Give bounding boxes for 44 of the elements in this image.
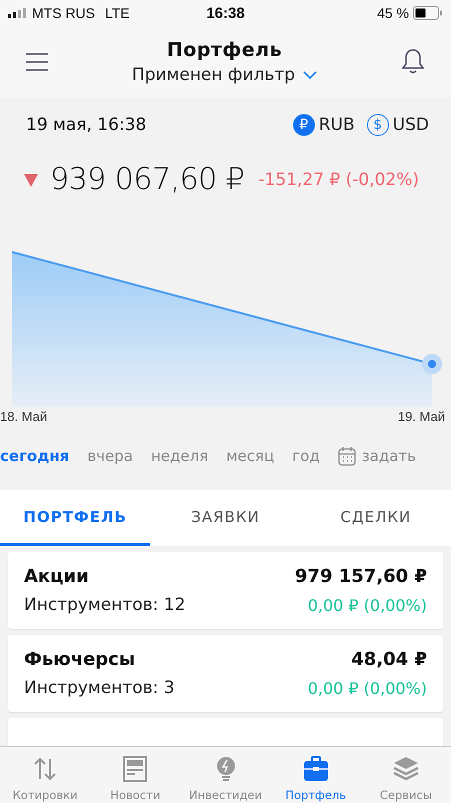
clock: 16:38 <box>206 4 245 22</box>
carrier-name: MTS RUS <box>32 5 95 21</box>
period-option[interactable]: месяц <box>226 447 274 465</box>
currency-toggle[interactable]: $ USD <box>366 114 429 136</box>
down-triangle-icon <box>24 172 38 186</box>
period-option[interactable]: вчера <box>87 447 133 465</box>
nav-item[interactable]: Сервисы <box>360 747 451 803</box>
asset-change: 0,00 ₽ (0,00%) <box>308 596 427 614</box>
period-option[interactable]: год <box>292 447 320 465</box>
period-option[interactable]: неделя <box>150 447 208 465</box>
asset-value: 48,04 ₽ <box>351 649 427 670</box>
chevron-down-icon <box>303 71 318 79</box>
filter-dropdown[interactable]: Применен фильтр <box>132 65 318 85</box>
bell-icon[interactable] <box>400 49 425 75</box>
newspaper-icon <box>121 755 150 783</box>
position-card[interactable]: Фьючерсы 48,04 ₽ Инструментов: 3 0,00 ₽ (0,00%) <box>8 635 443 712</box>
period-option[interactable]: задать <box>338 446 416 466</box>
battery-percent: 45 % <box>377 5 409 21</box>
calendar-icon <box>338 446 356 466</box>
currency-toggle[interactable]: ₽ RUB <box>292 114 355 136</box>
position-card[interactable]: Акции 979 157,60 ₽ Инструментов: 12 0,00 ₽ (0,00%) <box>8 552 443 629</box>
axis-label: 18. Май <box>0 409 48 424</box>
menu-icon[interactable] <box>26 53 48 71</box>
asset-value: 979 157,60 ₽ <box>294 566 427 587</box>
instrument-count: Инструментов: 12 <box>24 595 186 615</box>
nav-item[interactable]: Котировки <box>0 747 90 803</box>
asset-class-name: Фьючерсы <box>24 649 136 670</box>
battery-icon <box>413 6 443 20</box>
asset-change: 0,00 ₽ (0,00%) <box>308 678 427 698</box>
network-type: LTE <box>105 5 130 21</box>
period-option[interactable]: сегодня <box>0 447 70 465</box>
asset-class-name: Акции <box>24 566 89 587</box>
axis-label: 19. Май <box>398 409 445 424</box>
nav-item[interactable]: Портфель <box>270 747 361 803</box>
total-change: -151,27 ₽ (-0,02%) <box>258 170 420 190</box>
signal-icon <box>8 8 28 18</box>
date-time: 19 мая, 16:38 <box>26 115 146 135</box>
nav-item[interactable]: Инвестидеи <box>180 747 271 803</box>
page-title: Портфель <box>166 39 282 61</box>
instrument-count: Инструментов: 3 <box>24 678 175 698</box>
nav-item[interactable]: Новости <box>90 747 180 803</box>
portfolio-total: 939 067,60 ₽ <box>50 162 244 197</box>
briefcase-icon <box>302 755 330 783</box>
layers-icon <box>392 755 420 783</box>
